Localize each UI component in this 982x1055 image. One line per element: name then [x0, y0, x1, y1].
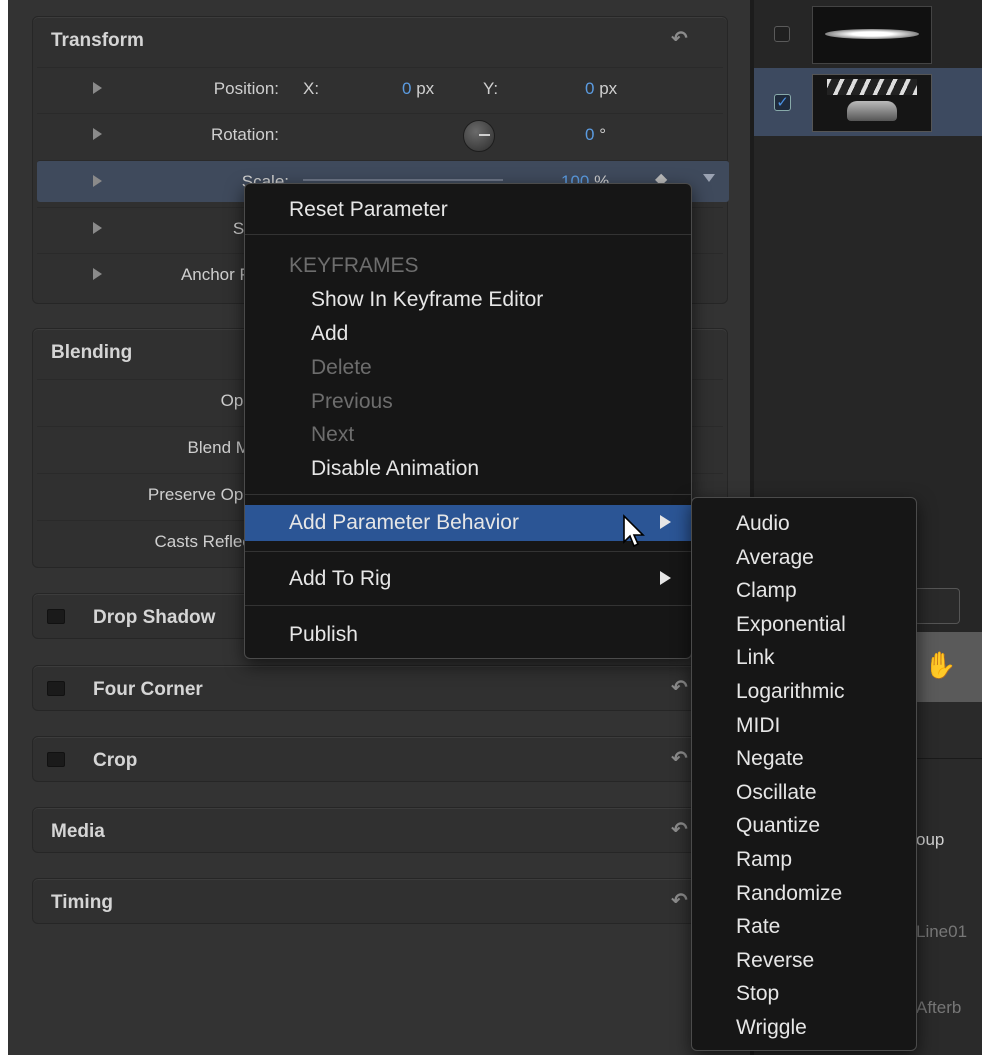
enable-checkbox[interactable] [47, 752, 65, 767]
mouse-pointer-icon [623, 514, 645, 548]
four-corner-group[interactable]: Four Corner ↶ [32, 665, 728, 711]
timing-title: Timing [51, 892, 113, 913]
param-row-position: Position: X: 0 px Y: 0 px [37, 67, 723, 109]
submenu-arrow-icon [660, 571, 671, 585]
submenu-item-oscillate[interactable]: Oscillate [692, 775, 916, 809]
submenu-item-negate[interactable]: Negate [692, 741, 916, 775]
position-y-label: Y: [483, 79, 499, 98]
media-title: Media [51, 821, 105, 842]
submenu-item-average[interactable]: Average [692, 540, 916, 574]
menu-separator [245, 234, 691, 235]
layer-row-selected[interactable]: ✓ [754, 68, 982, 136]
reset-icon[interactable]: ↶ [671, 29, 689, 49]
menu-separator [245, 494, 691, 495]
context-menu: Reset Parameter KEYFRAMES Show In Keyfra… [244, 183, 692, 659]
layer-name-partial: Afterb [916, 998, 962, 1017]
menu-item-add[interactable]: Add [245, 316, 691, 350]
crop-group[interactable]: Crop ↶ [32, 736, 728, 782]
timing-group[interactable]: Timing ↶ [32, 878, 728, 924]
disclosure-triangle-icon[interactable] [93, 82, 102, 94]
dial-indicator [479, 134, 490, 136]
crop-title: Crop [93, 750, 138, 771]
animation-menu-icon[interactable] [703, 174, 715, 182]
menu-item-reset-parameter[interactable]: Reset Parameter [245, 192, 691, 226]
layer-name-partial: oup [916, 830, 945, 849]
enable-checkbox[interactable] [47, 681, 65, 696]
submenu-item-rate[interactable]: Rate [692, 909, 916, 943]
submenu-item-stop[interactable]: Stop [692, 976, 916, 1010]
layer-thumbnail [812, 74, 932, 132]
menu-item-publish[interactable]: Publish [245, 617, 691, 651]
light-strips [827, 79, 917, 95]
submenu-arrow-icon [660, 515, 671, 529]
submenu-item-link[interactable]: Link [692, 640, 916, 674]
param-row-rotation: Rotation: 0 ° [37, 113, 723, 155]
reset-icon[interactable]: ↶ [671, 820, 689, 840]
layer-thumbnail [812, 6, 932, 64]
menu-item-next: Next [311, 423, 355, 446]
transform-header[interactable]: Transform ↶ [33, 17, 727, 61]
submenu-item-exponential[interactable]: Exponential [692, 607, 916, 641]
rotation-dial[interactable] [463, 120, 495, 152]
glow-shape [825, 29, 919, 39]
layer-checkbox-checked[interactable]: ✓ [774, 94, 791, 111]
submenu-item-reverse[interactable]: Reverse [692, 943, 916, 977]
reset-icon[interactable]: ↶ [671, 678, 689, 698]
layer-row[interactable] [754, 0, 982, 66]
submenu-item-midi[interactable]: MIDI [692, 708, 916, 742]
layer-name-partial: Line01 [916, 922, 968, 941]
disclosure-triangle-icon[interactable] [93, 268, 102, 280]
blending-title: Blending [51, 342, 133, 363]
disclosure-triangle-icon[interactable] [93, 128, 102, 140]
submenu-item-clamp[interactable]: Clamp [692, 573, 916, 607]
submenu-item-randomize[interactable]: Randomize [692, 876, 916, 910]
disclosure-triangle-icon[interactable] [93, 175, 102, 187]
submenu-item-wriggle[interactable]: Wriggle [692, 1010, 916, 1044]
position-label: Position: [213, 79, 279, 98]
menu-item-disable-animation[interactable]: Disable Animation [245, 451, 691, 485]
submenu-item-audio[interactable]: Audio [692, 506, 916, 540]
menu-separator [245, 551, 691, 552]
submenu-item-ramp[interactable]: Ramp [692, 842, 916, 876]
menu-item-show-in-keyframe-editor[interactable]: Show In Keyframe Editor [245, 282, 691, 316]
media-group[interactable]: Media ↶ [32, 807, 728, 853]
position-x-value[interactable]: 0 px [402, 79, 434, 99]
menu-item-delete: Delete [311, 356, 372, 379]
layer-checkbox[interactable] [774, 26, 790, 42]
submenu-item-quantize[interactable]: Quantize [692, 808, 916, 842]
parameter-behavior-submenu: Audio Average Clamp Exponential Link Log… [691, 497, 917, 1051]
position-x-label: X: [303, 79, 320, 98]
reset-icon[interactable]: ↶ [671, 749, 689, 769]
reset-icon[interactable]: ↶ [671, 891, 689, 911]
car-shape [847, 101, 897, 121]
transform-title: Transform [51, 30, 144, 51]
drop-shadow-title: Drop Shadow [93, 607, 216, 628]
enable-checkbox[interactable] [47, 609, 65, 624]
position-y-value[interactable]: 0 px [585, 79, 617, 99]
four-corner-title: Four Corner [93, 679, 203, 700]
submenu-item-logarithmic[interactable]: Logarithmic [692, 674, 916, 708]
menu-item-add-to-rig[interactable]: Add To Rig [245, 561, 691, 595]
menu-header-keyframes: KEYFRAMES [289, 254, 419, 277]
menu-item-previous: Previous [311, 390, 393, 413]
rotation-value[interactable]: 0 ° [585, 125, 606, 145]
menu-separator [245, 605, 691, 606]
motion-app-window: Transform ↶ Position: X: 0 px Y: 0 px Ro… [8, 0, 982, 1055]
pan-hand-icon[interactable]: ✋ [924, 650, 964, 680]
view-toggle-button[interactable] [914, 588, 960, 624]
rotation-label: Rotation: [210, 125, 279, 144]
disclosure-triangle-icon[interactable] [93, 222, 102, 234]
scale-slider[interactable] [303, 179, 503, 181]
